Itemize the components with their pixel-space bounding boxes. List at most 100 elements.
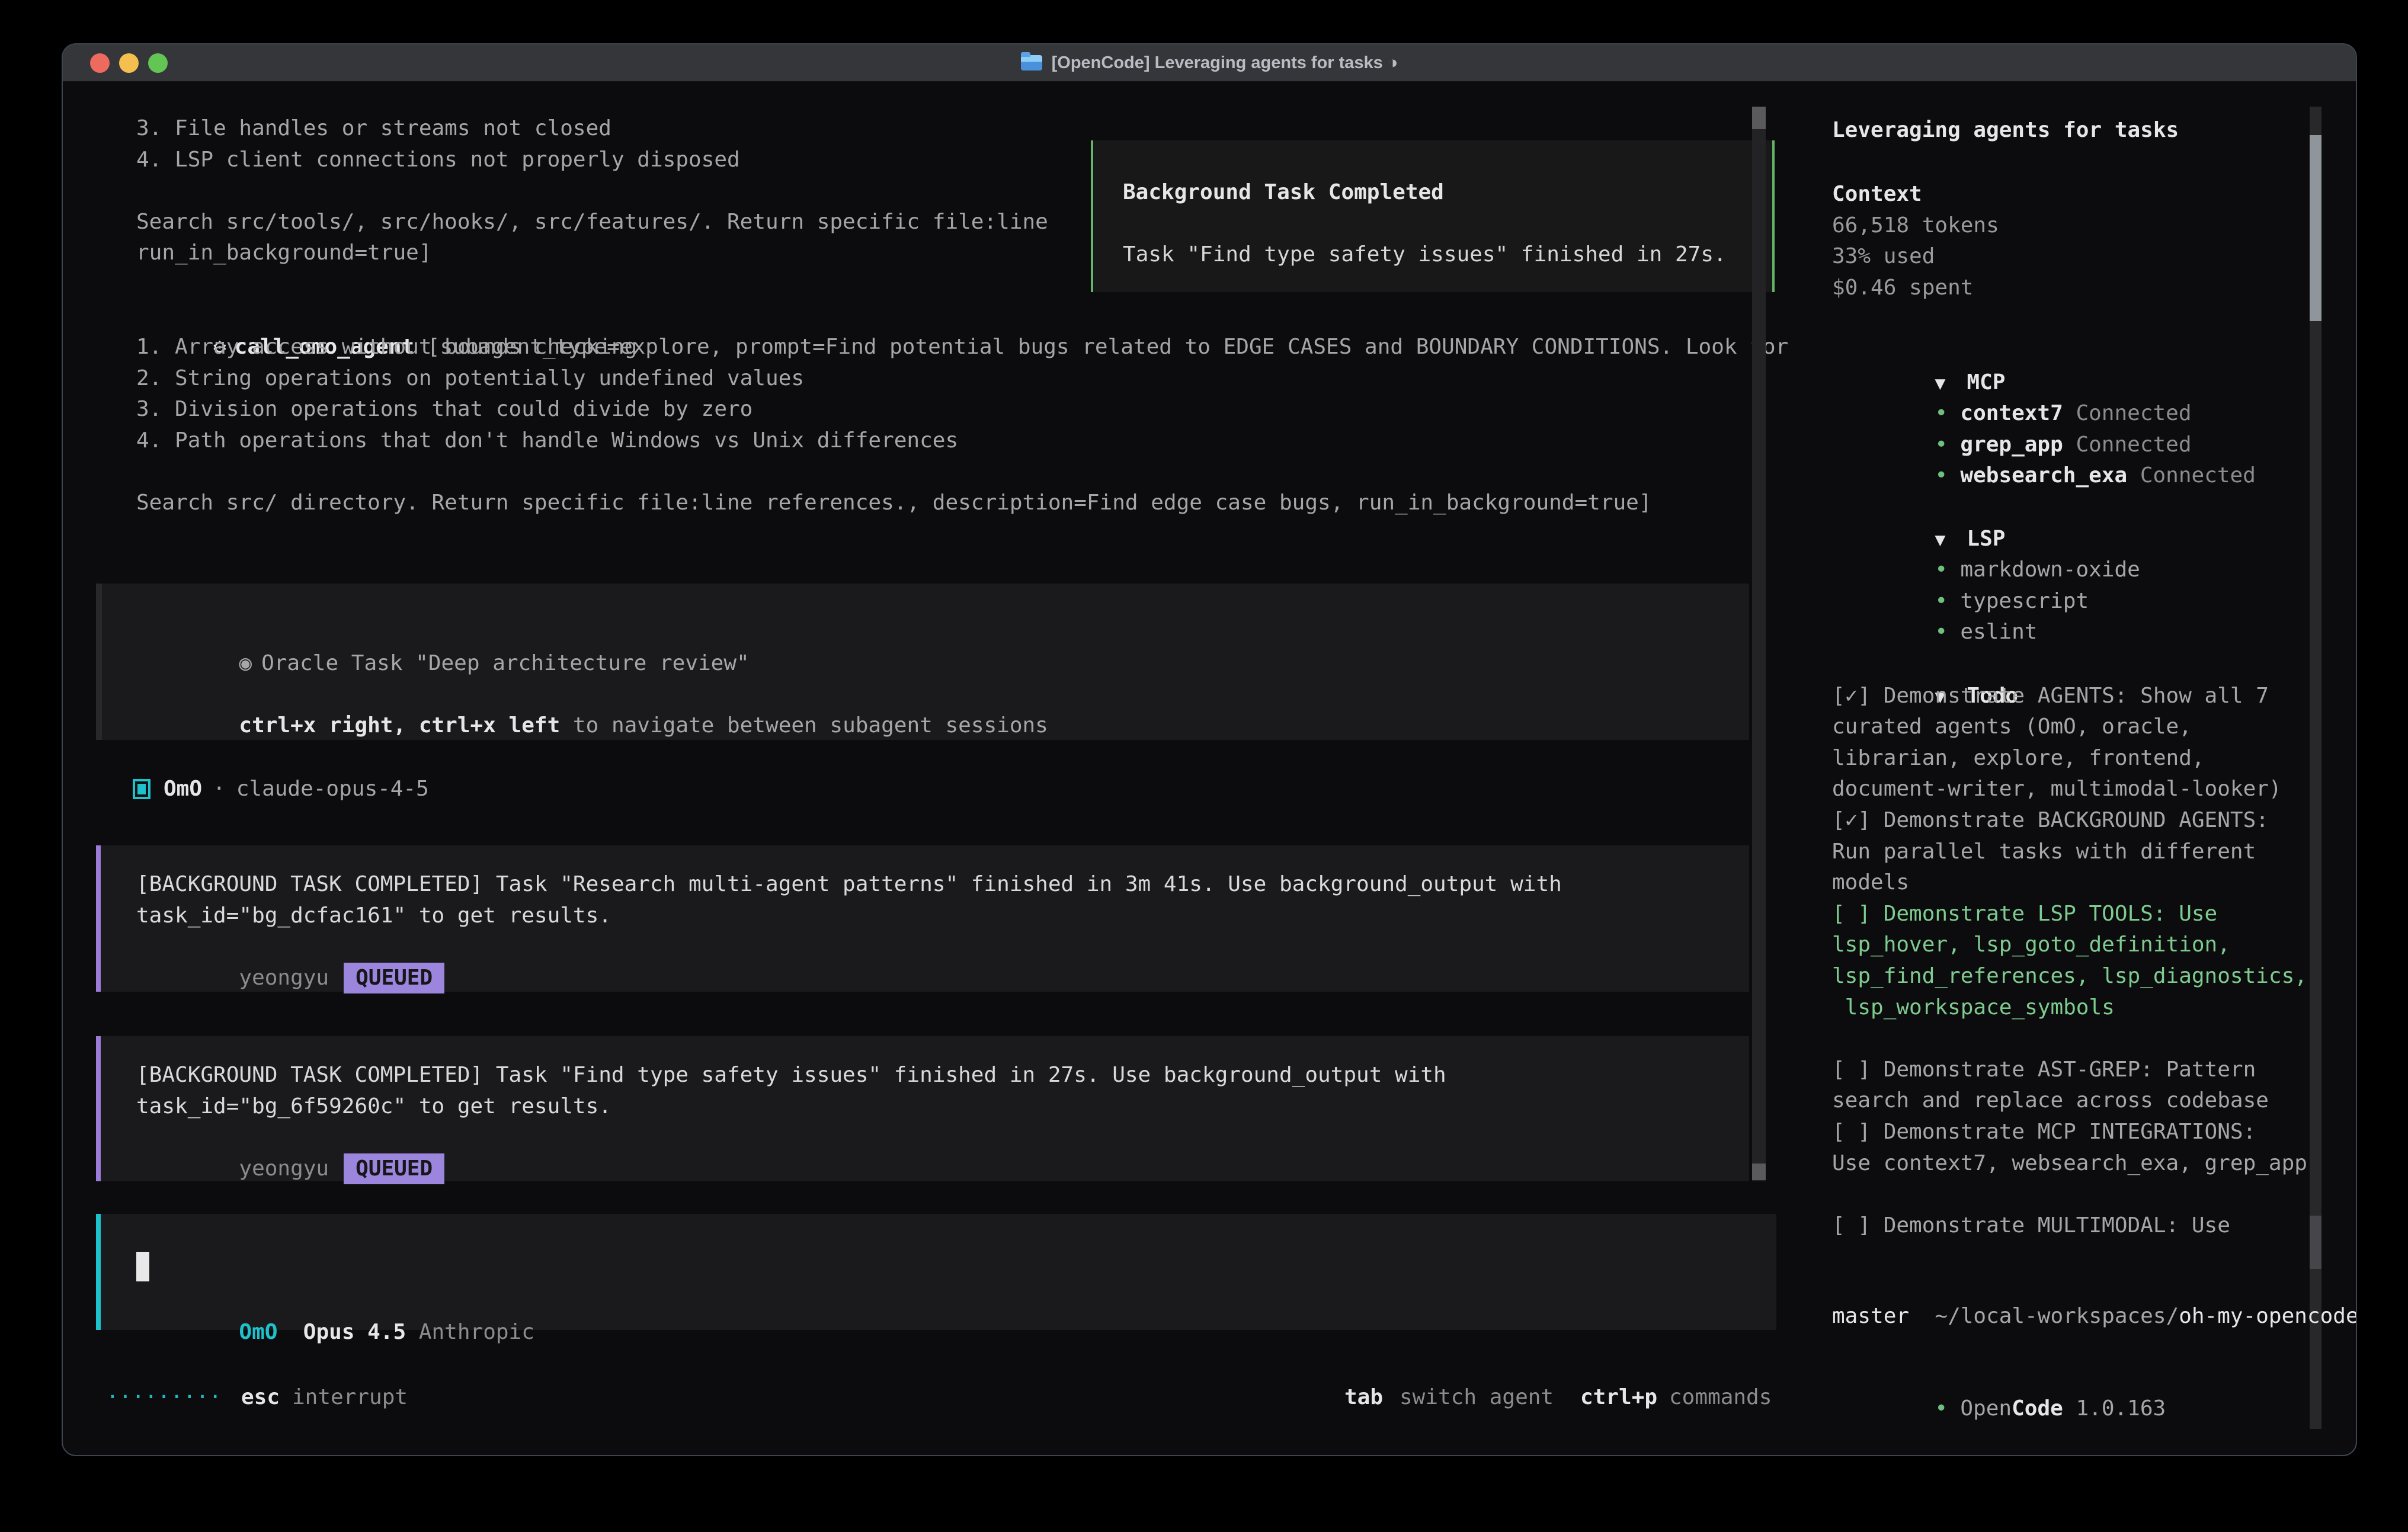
text-line: curated agents (OmO, oracle, <box>1832 711 2357 743</box>
bullet-icon: • <box>1935 430 1960 461</box>
text-line: [ ] Demonstrate MCP INTEGRATIONS: <box>1832 1117 2357 1148</box>
status-badge: QUEUED <box>344 963 444 994</box>
mcp-heading-row: ▼MCP <box>1832 336 2357 367</box>
task-user: yeongyu <box>239 1156 329 1181</box>
task-message-line2: task_id="bg_6f59260c" to get results. <box>136 1091 1749 1123</box>
main-scrollbar[interactable] <box>1752 107 1766 1181</box>
ctrlp-key-label: commands <box>1669 1382 1772 1414</box>
bullet-icon: • <box>1935 460 1960 492</box>
oracle-task-title: Oracle Task "Deep architecture review" <box>261 651 750 675</box>
workspace-block: ~/local-workspaces/oh-my-opencode: maste… <box>1832 1270 2357 1332</box>
lsp-item-name: typescript <box>1960 589 2089 613</box>
text-line: Run parallel tasks with different <box>1832 836 2357 868</box>
todo-active-items: [ ] Demonstrate LSP TOOLS: Uselsp_hover,… <box>1832 899 2357 1023</box>
lsp-item-name: markdown-oxide <box>1960 557 2140 582</box>
titlebar[interactable]: [OpenCode] Leveraging agents for tasks ◑ <box>63 44 2356 82</box>
terminal-body: 3. File handles or streams not closed4. … <box>63 81 2356 1455</box>
todo-pending-items: [ ] Demonstrate AST-GREP: Patternsearch … <box>1832 1055 2357 1179</box>
spinner-dots: ········· <box>106 1382 222 1414</box>
version-row: •OpenCode1.0.163 <box>1832 1362 2357 1393</box>
session-title: Leveraging agents for tasks <box>1832 115 2357 146</box>
mcp-item-name: grep_app <box>1960 432 2063 457</box>
esc-key-label: interrupt <box>292 1382 408 1414</box>
workspace-path-prefix: ~/local-workspaces/ <box>1935 1304 2179 1328</box>
workspace-repo: oh-my-opencode: <box>2179 1304 2357 1328</box>
text-line: models <box>1832 867 2357 899</box>
todo-heading-row: ▼Todo <box>1832 649 2357 681</box>
oracle-hint-text: to navigate between subagent sessions <box>560 713 1048 738</box>
text-line: 1. Array access without bounds checking <box>136 332 1652 363</box>
status-badge: QUEUED <box>344 1153 444 1185</box>
task-user: yeongyu <box>239 966 329 990</box>
text-line: Search src/ directory. Return specific f… <box>136 488 1652 519</box>
text-line: [ ] Demonstrate AST-GREP: Pattern <box>1832 1055 2357 1086</box>
bullet-icon: • <box>1935 1393 1960 1425</box>
radio-icon: ◉ <box>239 651 252 675</box>
conversation-lines-bottom: 1. Array access without bounds checking2… <box>136 332 1652 519</box>
terminal-window: [OpenCode] Leveraging agents for tasks ◑… <box>62 43 2357 1456</box>
app-name-prefix: Open <box>1960 1396 2012 1421</box>
conversation-lines-top: 3. File handles or streams not closed4. … <box>136 113 1048 269</box>
minimize-icon[interactable] <box>119 53 139 73</box>
notification-title: Background Task Completed <box>1123 177 1772 209</box>
text-cursor <box>136 1252 149 1281</box>
workspace-path-row: ~/local-workspaces/oh-my-opencode: <box>1832 1270 2357 1301</box>
text-line: 3. Division operations that could divide… <box>136 394 1652 425</box>
agent-icon <box>133 779 150 799</box>
background-task-card: [BACKGROUND TASK COMPLETED] Task "Resear… <box>96 845 1749 992</box>
text-line: 2. String operations on potentially unde… <box>136 363 1652 395</box>
subagent-name: OmO <box>164 774 202 805</box>
prompt-input[interactable]: OmOOpus 4.5Anthropic <box>96 1214 1776 1330</box>
bullet-icon: • <box>1935 555 1960 586</box>
text-line: Search src/tools/, src/hooks/, src/featu… <box>136 207 1048 238</box>
maximize-icon[interactable] <box>148 53 168 73</box>
lsp-heading: LSP <box>1967 527 2005 551</box>
task-meta-row: yeongyuQUEUED <box>136 931 1749 963</box>
text-line: 4. LSP client connections not properly d… <box>136 145 1048 176</box>
text-line: [✓] Demonstrate AGENTS: Show all 7 <box>1832 681 2357 712</box>
ctrlp-key-hint: ctrl+p <box>1580 1382 1657 1414</box>
mcp-section: ▼MCP •context7 Connected •grep_app Connect… <box>1832 336 2357 460</box>
text-line: 3. File handles or streams not closed <box>136 113 1048 145</box>
text-line: document-writer, multimodal-looker) <box>1832 774 2357 805</box>
text-line <box>136 175 1048 207</box>
todo-section: ▼Todo [✓] Demonstrate AGENTS: Show all 7… <box>1832 649 2357 1241</box>
desktop-background: { "window": { "title": "[OpenCode] Lever… <box>0 0 2408 1532</box>
mcp-item-status: Connected <box>2076 432 2191 457</box>
lsp-item-name: eslint <box>1960 620 2037 644</box>
notification-body: Task "Find type safety issues" finished … <box>1123 239 1772 271</box>
bullet-icon: • <box>1935 617 1960 648</box>
main-scrollbar-thumb[interactable] <box>1752 107 1766 129</box>
task-message-line1: [BACKGROUND TASK COMPLETED] Task "Resear… <box>136 869 1749 900</box>
separator-dot: · <box>213 774 226 805</box>
input-model-name: Opus 4.5 <box>303 1320 406 1344</box>
text-line: [✓] Demonstrate BACKGROUND AGENTS: <box>1832 805 2357 836</box>
tool-call-line: ⚙call_omo_agent [subagent_type=explore, … <box>136 300 1788 332</box>
app-version: 1.0.163 <box>2076 1396 2166 1421</box>
text-line: run_in_background=true] <box>136 238 1048 269</box>
context-stats: 66,518 tokens33% used$0.46 spent <box>1832 210 2357 304</box>
context-heading: Context <box>1832 179 2357 210</box>
mcp-item-name: context7 <box>1960 401 2063 425</box>
oracle-hint-line: ctrl+x right, ctrl+x left to navigate be… <box>136 679 1749 710</box>
mcp-item-status: Connected <box>2076 401 2191 425</box>
close-icon[interactable] <box>90 53 110 73</box>
text-line: $0.46 spent <box>1832 273 2357 304</box>
main-scrollbar-thumb[interactable] <box>1752 1164 1766 1180</box>
window-title-text: [OpenCode] Leveraging agents for tasks ◑ <box>1052 53 1398 73</box>
lsp-heading-row: ▼LSP <box>1832 492 2357 524</box>
subagent-header: OmO · claude-opus-4-5 <box>133 771 429 807</box>
oracle-task-title-line: ◉Oracle Task "Deep architecture review" <box>136 617 1749 648</box>
text-line: [ ] Demonstrate LSP TOOLS: Use <box>1832 899 2357 930</box>
tab-key-hint: tab <box>1344 1382 1383 1414</box>
bullet-icon: • <box>1935 398 1960 430</box>
todo-done-items: [✓] Demonstrate AGENTS: Show all 7curate… <box>1832 681 2357 899</box>
mcp-item-name: websearch_exa <box>1960 463 2127 488</box>
background-task-card: [BACKGROUND TASK COMPLETED] Task "Find t… <box>96 1036 1749 1181</box>
mcp-item-status: Connected <box>2140 463 2256 488</box>
lsp-section: ▼LSP •markdown-oxide •typescript •eslint <box>1832 492 2357 617</box>
text-line: 66,518 tokens <box>1832 210 2357 242</box>
app-name-bold: Code <box>2012 1396 2063 1421</box>
tab-key-label: switch agent <box>1400 1382 1554 1414</box>
session-title-block: Leveraging agents for tasks <box>1832 115 2357 146</box>
